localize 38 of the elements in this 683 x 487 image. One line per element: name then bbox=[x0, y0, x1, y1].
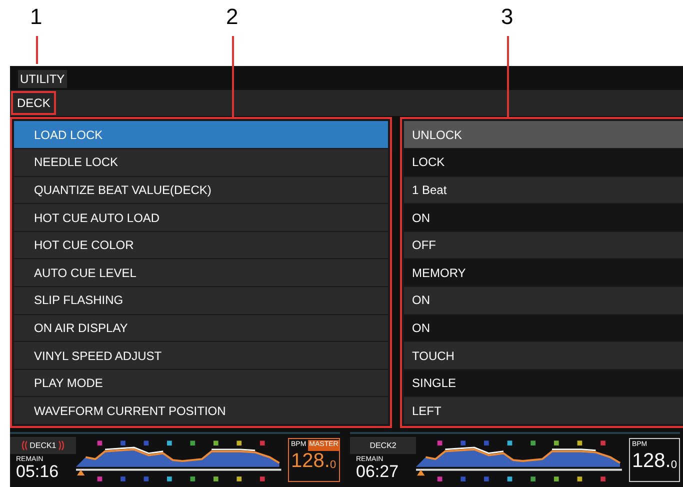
setting-item[interactable]: HOT CUE COLOR bbox=[14, 232, 388, 258]
setting-item[interactable]: AUTO CUE LEVEL bbox=[14, 259, 388, 286]
setting-value: ON bbox=[404, 314, 683, 342]
callout-number: 1 bbox=[30, 6, 42, 28]
setting-item[interactable]: SLIP FLASHING bbox=[14, 287, 388, 314]
setting-value: ON bbox=[404, 204, 683, 231]
callout-number: 2 bbox=[226, 6, 238, 28]
setting-item[interactable]: HOT CUE AUTO LOAD bbox=[14, 204, 388, 231]
setting-value: ON bbox=[404, 287, 683, 314]
setting-item[interactable]: ON AIR DISPLAY bbox=[14, 314, 388, 342]
deck-label: DECK1 bbox=[10, 437, 76, 454]
callout-number: 3 bbox=[501, 6, 514, 28]
bpm-value: 128. bbox=[291, 450, 330, 470]
setting-item[interactable]: NEEDLE LOCK bbox=[14, 149, 388, 176]
setting-item[interactable]: VINYL SPEED ADJUST bbox=[14, 342, 388, 369]
setting-value: SINGLE bbox=[404, 370, 683, 396]
setting-value: TOUCH bbox=[404, 342, 683, 369]
setting-item[interactable]: WAVEFORM CURRENT POSITION bbox=[14, 397, 388, 424]
setting-value: OFF bbox=[404, 232, 683, 258]
remaining-time: 06:27 bbox=[355, 463, 400, 480]
setting-value: 1 Beat bbox=[404, 176, 683, 204]
setting-item[interactable]: LOAD LOCK bbox=[14, 121, 388, 148]
on-air-icon bbox=[20, 440, 27, 451]
setting-item[interactable]: QUANTIZE BEAT VALUE(DECK) bbox=[14, 176, 388, 204]
screen-title: UTILITY bbox=[18, 70, 67, 88]
setting-value: LEFT bbox=[404, 397, 683, 424]
setting-value: MEMORY bbox=[404, 259, 683, 286]
on-air-icon bbox=[59, 440, 66, 451]
deck-label: DECK2 bbox=[350, 437, 416, 454]
setting-item[interactable]: PLAY MODE bbox=[14, 370, 388, 396]
category-tab[interactable]: DECK bbox=[11, 91, 56, 116]
bpm-decimal: 0 bbox=[670, 460, 677, 470]
setting-value: LOCK bbox=[404, 149, 683, 176]
remaining-time: 05:16 bbox=[15, 463, 60, 480]
setting-value: UNLOCK bbox=[404, 121, 683, 148]
bpm-decimal: 0 bbox=[330, 460, 336, 470]
leader-line bbox=[36, 36, 38, 64]
bpm-value: 128. bbox=[632, 450, 671, 470]
